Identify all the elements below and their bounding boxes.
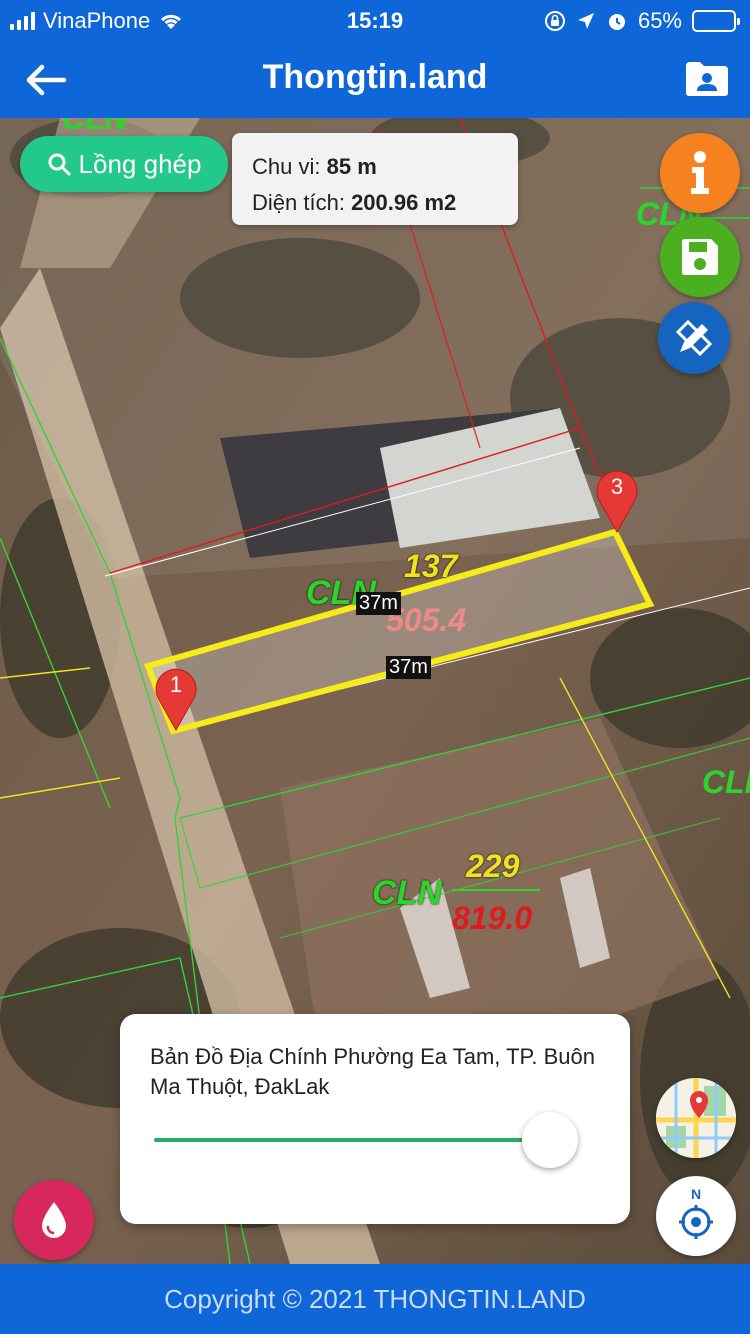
opacity-slider-thumb[interactable] — [522, 1112, 578, 1168]
edge-length-label-top: 37m — [356, 592, 401, 615]
pencil-ruler-icon — [675, 319, 713, 357]
parcel-label-229-area: 819.0 — [452, 900, 533, 936]
layer-name: Bản Đồ Địa Chính Phường Ea Tam, TP. Buôn… — [150, 1044, 595, 1099]
marker-number: 3 — [610, 474, 624, 499]
app-header: Thongtin.land — [0, 40, 750, 118]
overlap-label: Lồng ghép — [78, 148, 202, 179]
info-icon — [691, 151, 709, 194]
footer: Copyright © 2021 THONGTIN.LAND — [0, 1264, 750, 1334]
map-marker-1[interactable]: 1 — [152, 666, 200, 732]
parcel-label-229-number: 229 — [466, 848, 520, 884]
measurement-panel: Chu vi: 85 m Diện tích: 200.96 m2 — [232, 133, 518, 225]
folder-user-icon[interactable] — [684, 60, 730, 98]
save-button[interactable] — [660, 217, 740, 297]
partial-label-top-left: CLN — [62, 118, 128, 136]
info-button[interactable] — [660, 133, 740, 213]
battery-icon — [692, 10, 740, 32]
map-marker-3[interactable]: 3 — [593, 468, 641, 534]
map-style-button[interactable] — [656, 1078, 736, 1158]
parcel-label-229-divider — [452, 889, 540, 891]
floppy-disk-icon — [682, 239, 718, 275]
compass-north-letter: N — [690, 1186, 702, 1202]
search-icon — [48, 153, 71, 176]
status-bar: VinaPhone 15:19 65% — [0, 0, 750, 40]
parcel-label-137-number: 137 — [404, 548, 458, 584]
edit-tools-button[interactable] — [658, 302, 730, 374]
color-button[interactable] — [14, 1180, 94, 1260]
location-arrow-icon — [577, 13, 594, 29]
battery-percent: 65% — [637, 8, 682, 33]
area-row: Diện tích: 200.96 m2 — [252, 185, 498, 221]
overlap-button[interactable]: Lồng ghép — [20, 136, 228, 192]
rotation-lock-icon — [544, 11, 565, 31]
copyright-text: Copyright © 2021 THONGTIN.LAND — [164, 1284, 586, 1314]
partial-label-right-mid: CLN — [702, 764, 750, 800]
status-right: 65% — [544, 8, 740, 34]
perimeter-label: Chu vi: — [252, 154, 321, 179]
map-thumbnail-icon — [656, 1078, 736, 1158]
perimeter-value: 85 m — [326, 154, 377, 179]
alarm-icon — [608, 14, 625, 30]
area-label: Diện tích: — [252, 190, 345, 215]
edge-length-label-bottom: 37m — [386, 656, 431, 679]
opacity-slider[interactable] — [154, 1112, 594, 1168]
page-title: Thongtin.land — [262, 58, 488, 96]
opacity-slider-track — [154, 1138, 550, 1142]
water-drop-icon — [42, 1202, 66, 1238]
parcel-label-229-type: CLN — [372, 874, 442, 912]
layer-opacity-card: Bản Đồ Địa Chính Phường Ea Tam, TP. Buôn… — [120, 1014, 630, 1224]
perimeter-row: Chu vi: 85 m — [252, 149, 498, 185]
area-value: 200.96 m2 — [351, 190, 457, 215]
marker-number: 1 — [169, 672, 183, 697]
compass-button[interactable]: N — [656, 1176, 736, 1256]
